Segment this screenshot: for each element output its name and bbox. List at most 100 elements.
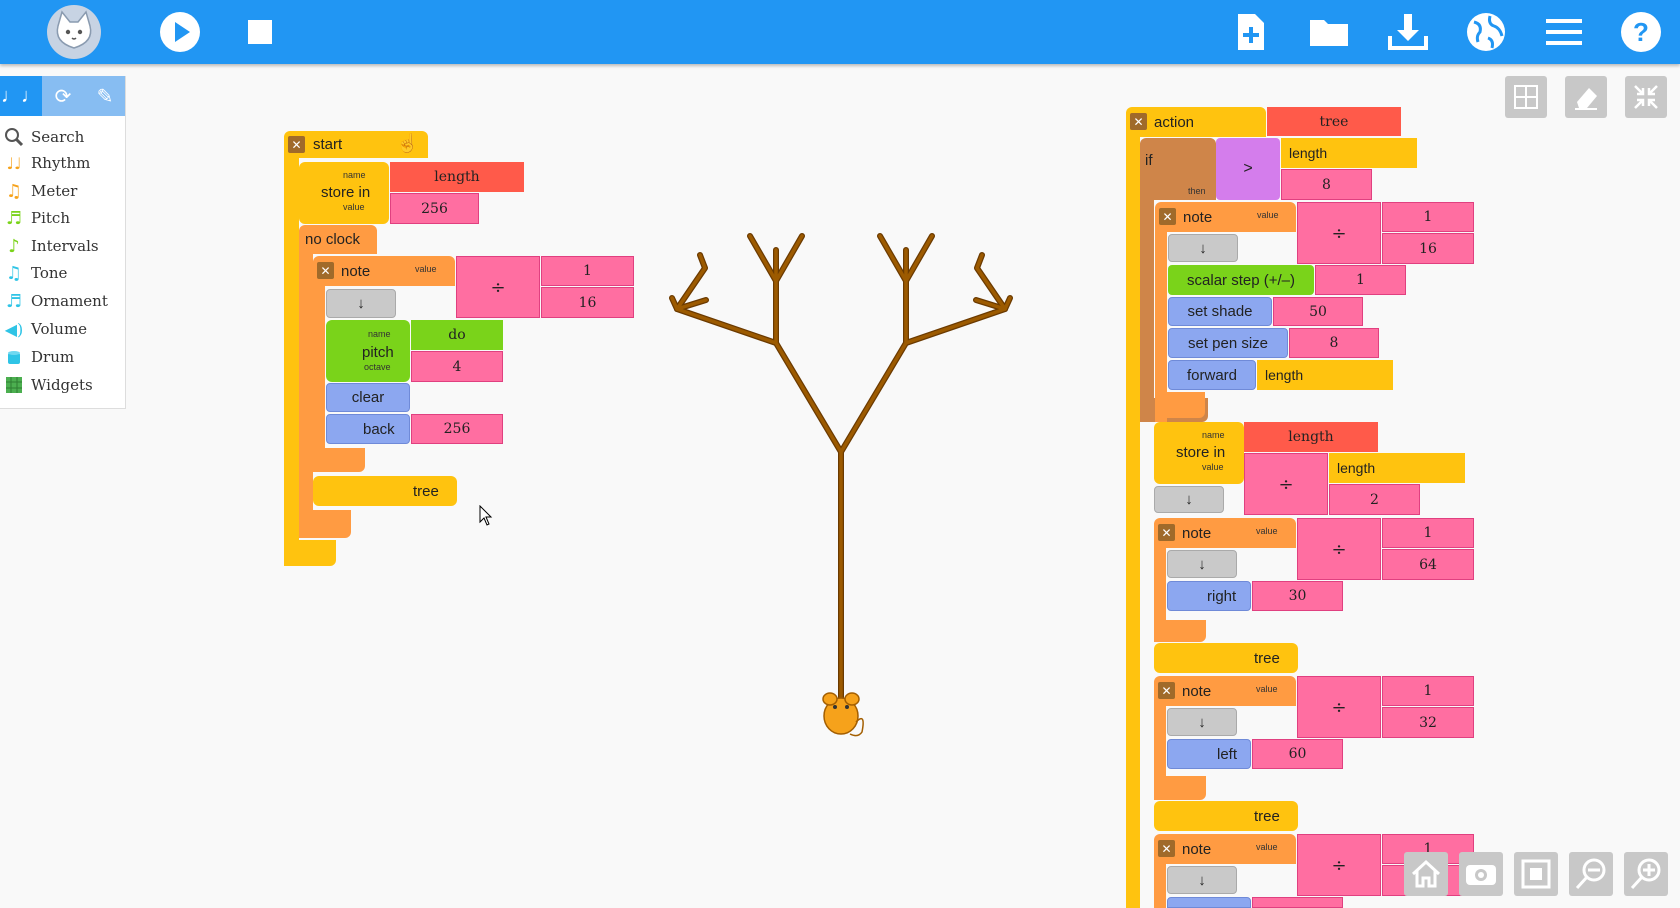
note-denominator-arg[interactable]: 16 [541,287,634,318]
pitch-block[interactable]: name pitch octave [326,320,410,382]
pen-icon[interactable]: ✎ [84,76,126,116]
new-file-icon[interactable] [1226,8,1274,56]
right-value-arg[interactable]: 30 [1252,581,1343,611]
divide-operator[interactable]: ÷ [1297,202,1381,264]
zoom-out-icon[interactable] [1569,852,1613,896]
store-divide-denominator-arg[interactable]: 2 [1329,484,1420,515]
arrow-block[interactable]: ↓ [326,289,396,318]
note-block[interactable]: ✕ note value [1154,834,1296,864]
compare-left-arg[interactable]: length [1281,138,1417,168]
left-value-arg[interactable]: 60 [1252,739,1343,769]
forward-arg[interactable]: length [1257,360,1393,390]
divide-operator[interactable]: ÷ [1297,676,1381,738]
eye-icon[interactable] [1459,852,1503,896]
note-block[interactable]: ✕ note value [1154,676,1296,706]
store-value-arg[interactable]: 256 [390,193,479,224]
refresh-icon[interactable]: ⟳ [42,76,84,116]
note-block[interactable]: ✕ note value [313,256,455,286]
arrow-block[interactable]: ↓ [1168,234,1238,262]
set-shade-arg[interactable]: 50 [1273,297,1363,326]
reset-zoom-icon[interactable] [1514,852,1558,896]
right-block[interactable]: right [1167,581,1251,611]
action-name-arg[interactable]: tree [1267,107,1401,136]
menu-icon[interactable] [1540,8,1588,56]
collapse-icon[interactable] [1625,76,1667,118]
note-denominator-arg[interactable]: 16 [1382,233,1474,264]
tree-call-block[interactable]: tree [313,476,457,506]
back-value-arg[interactable]: 256 [411,414,503,444]
home-icon[interactable] [1404,852,1448,896]
mouse-turtle-icon[interactable] [822,692,864,737]
tree-call-block[interactable]: tree [1154,801,1298,831]
palette-item-intervals[interactable]: ♪ Intervals [0,233,124,259]
palette-item-search[interactable]: Search [0,124,124,150]
truncated-block[interactable] [1167,897,1251,908]
divide-operator[interactable]: ÷ [1297,834,1381,896]
palette-item-meter[interactable]: ♫ Meter [0,178,124,204]
divide-operator[interactable]: ÷ [1244,453,1328,515]
left-block[interactable]: left [1167,739,1251,769]
help-icon[interactable]: ? [1617,8,1665,56]
arrow-block[interactable]: ↓ [1154,486,1224,513]
arrow-block[interactable]: ↓ [1167,708,1237,736]
grid-icon[interactable] [1505,76,1547,118]
clear-block[interactable]: clear [326,383,410,412]
collapse-toggle-icon[interactable]: ✕ [1158,840,1175,857]
open-folder-icon[interactable] [1305,8,1353,56]
start-block[interactable]: ✕ start ☝ [284,131,428,158]
stop-icon[interactable] [236,8,284,56]
pitch-name-arg[interactable]: do [411,320,503,350]
collapse-toggle-icon[interactable]: ✕ [317,262,334,279]
zoom-in-icon[interactable] [1624,852,1668,896]
store-name-arg[interactable]: length [1244,422,1378,452]
collapse-toggle-icon[interactable]: ✕ [1130,113,1147,130]
greater-than-operator[interactable]: > [1216,138,1280,200]
palette-item-widgets[interactable]: Widgets [0,372,124,398]
if-block[interactable]: if then [1140,138,1216,200]
mascot-logo-icon[interactable] [46,4,102,60]
note-block[interactable]: ✕ note value [1154,518,1296,548]
palette-item-rhythm[interactable]: ♩♩ Rhythm [0,150,124,176]
arrow-block[interactable]: ↓ [1167,550,1237,578]
collapse-toggle-icon[interactable]: ✕ [1159,208,1176,225]
note-numerator-arg[interactable]: 1 [1382,202,1474,232]
palette-item-tone[interactable]: ♫ Tone [0,260,124,286]
note-denominator-arg[interactable]: 32 [1382,707,1474,738]
set-shade-block[interactable]: set shade [1168,297,1272,326]
palette-item-volume[interactable]: ◀) Volume [0,316,124,342]
palette-item-ornament[interactable]: ♬ Ornament [0,288,124,314]
store-in-block[interactable]: name store in value [299,162,389,224]
collapse-toggle-icon[interactable]: ✕ [1158,682,1175,699]
compare-right-arg[interactable]: 8 [1281,169,1372,200]
set-pen-size-arg[interactable]: 8 [1289,328,1379,358]
eraser-icon[interactable] [1565,76,1607,118]
save-download-icon[interactable] [1384,8,1432,56]
store-divide-numerator-arg[interactable]: length [1329,453,1465,483]
truncated-arg[interactable] [1252,897,1343,908]
collapse-toggle-icon[interactable]: ✕ [288,136,305,153]
note-numerator-arg[interactable]: 1 [541,256,634,286]
play-icon[interactable] [156,8,204,56]
palette-item-drum[interactable]: Drum [0,344,124,370]
divide-operator[interactable]: ÷ [1297,518,1381,580]
music-notes-icon[interactable]: ♩♩ [0,76,42,116]
divide-operator[interactable]: ÷ [456,256,540,318]
scalar-step-block[interactable]: scalar step (+/–) [1168,265,1314,295]
note-numerator-arg[interactable]: 1 [1382,676,1474,706]
planet-icon[interactable] [1462,8,1510,56]
note-numerator-arg[interactable]: 1 [1382,518,1474,548]
store-in-block[interactable]: name store in value [1154,422,1244,484]
collapse-toggle-icon[interactable]: ✕ [1158,524,1175,541]
tree-call-block[interactable]: tree [1154,643,1298,673]
no-clock-block[interactable]: no clock [299,225,377,254]
arrow-block[interactable]: ↓ [1167,866,1237,894]
action-block[interactable]: ✕ action [1126,107,1266,137]
note-denominator-arg[interactable]: 64 [1382,549,1474,580]
pitch-octave-arg[interactable]: 4 [411,351,503,382]
set-pen-size-block[interactable]: set pen size [1168,328,1288,358]
note-block[interactable]: ✕ note value [1155,202,1296,232]
scalar-step-arg[interactable]: 1 [1315,265,1406,295]
back-block[interactable]: back [326,414,410,444]
forward-block[interactable]: forward [1168,360,1256,390]
palette-item-pitch[interactable]: ♬ Pitch [0,205,124,231]
